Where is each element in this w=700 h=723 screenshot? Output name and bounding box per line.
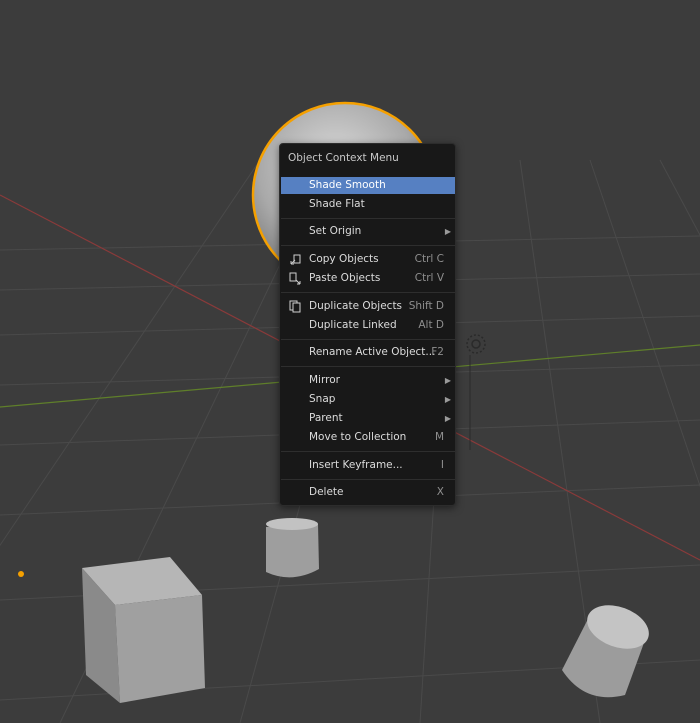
- light-object: [466, 334, 486, 450]
- menu-item-paste-objects[interactable]: Paste Objects Ctrl V: [281, 270, 455, 287]
- object-context-menu: Object Context Menu Shade Smooth Shade F…: [279, 143, 456, 506]
- menu-item-delete[interactable]: Delete X: [281, 484, 455, 501]
- menu-item-shortcut: Alt D: [418, 319, 444, 331]
- menu-item-label: Parent: [309, 412, 343, 424]
- menu-item-label: Copy Objects: [309, 253, 379, 265]
- cylinder-small: [266, 518, 319, 578]
- menu-item-set-origin[interactable]: Set Origin ▶: [281, 223, 455, 240]
- duplicate-icon: [289, 300, 301, 313]
- menu-item-label: Paste Objects: [309, 272, 381, 284]
- menu-item-shortcut: Ctrl V: [414, 272, 444, 284]
- menu-item-label: Snap: [309, 393, 336, 405]
- menu-separator: [281, 218, 455, 219]
- menu-separator: [281, 245, 455, 246]
- menu-item-label: Shade Smooth: [309, 179, 386, 191]
- menu-item-duplicate-objects[interactable]: Duplicate Objects Shift D: [281, 298, 455, 315]
- menu-item-rename-active-object[interactable]: Rename Active Object... F2: [281, 344, 455, 361]
- submenu-arrow-icon: ▶: [444, 395, 451, 404]
- menu-separator: [281, 292, 455, 293]
- submenu-arrow-icon: ▶: [444, 227, 451, 236]
- menu-separator: [281, 339, 455, 340]
- menu-item-label: Mirror: [309, 374, 340, 386]
- menu-item-shortcut: I: [440, 459, 444, 471]
- menu-item-shortcut: Ctrl C: [414, 253, 444, 265]
- menu-item-snap[interactable]: Snap ▶: [281, 391, 455, 408]
- cube-object: [82, 557, 205, 703]
- menu-item-copy-objects[interactable]: Copy Objects Ctrl C: [281, 251, 455, 268]
- menu-separator: [281, 451, 455, 452]
- menu-item-mirror[interactable]: Mirror ▶: [281, 372, 455, 389]
- menu-item-parent[interactable]: Parent ▶: [281, 410, 455, 427]
- menu-item-shortcut: M: [434, 431, 444, 443]
- paste-icon: [289, 272, 301, 285]
- menu-item-label: Move to Collection: [309, 431, 407, 443]
- menu-item-label: Rename Active Object...: [309, 346, 436, 358]
- submenu-arrow-icon: ▶: [444, 414, 451, 423]
- menu-item-label: Set Origin: [309, 225, 362, 237]
- menu-item-label: Delete: [309, 486, 344, 498]
- menu-item-duplicate-linked[interactable]: Duplicate Linked Alt D: [281, 317, 455, 334]
- menu-separator: [281, 366, 455, 367]
- menu-separator: [281, 479, 455, 480]
- menu-item-label: Insert Keyframe...: [309, 459, 403, 471]
- menu-item-shortcut: Shift D: [408, 300, 444, 312]
- menu-item-label: Duplicate Objects: [309, 300, 403, 312]
- copy-icon: [290, 254, 301, 265]
- menu-item-shortcut: X: [436, 486, 444, 498]
- menu-item-shortcut: F2: [431, 346, 444, 358]
- menu-item-label: Duplicate Linked: [309, 319, 397, 331]
- light-origin-dot: [18, 571, 24, 577]
- menu-item-move-to-collection[interactable]: Move to Collection M: [281, 429, 455, 446]
- submenu-arrow-icon: ▶: [444, 376, 451, 385]
- menu-item-insert-keyframe[interactable]: Insert Keyframe... I: [281, 457, 455, 474]
- cylinder-large: [562, 605, 649, 698]
- menu-title: Object Context Menu: [288, 152, 399, 164]
- menu-item-shade-smooth[interactable]: Shade Smooth: [281, 177, 455, 194]
- menu-item-shade-flat[interactable]: Shade Flat: [281, 196, 455, 213]
- menu-item-label: Shade Flat: [309, 198, 365, 210]
